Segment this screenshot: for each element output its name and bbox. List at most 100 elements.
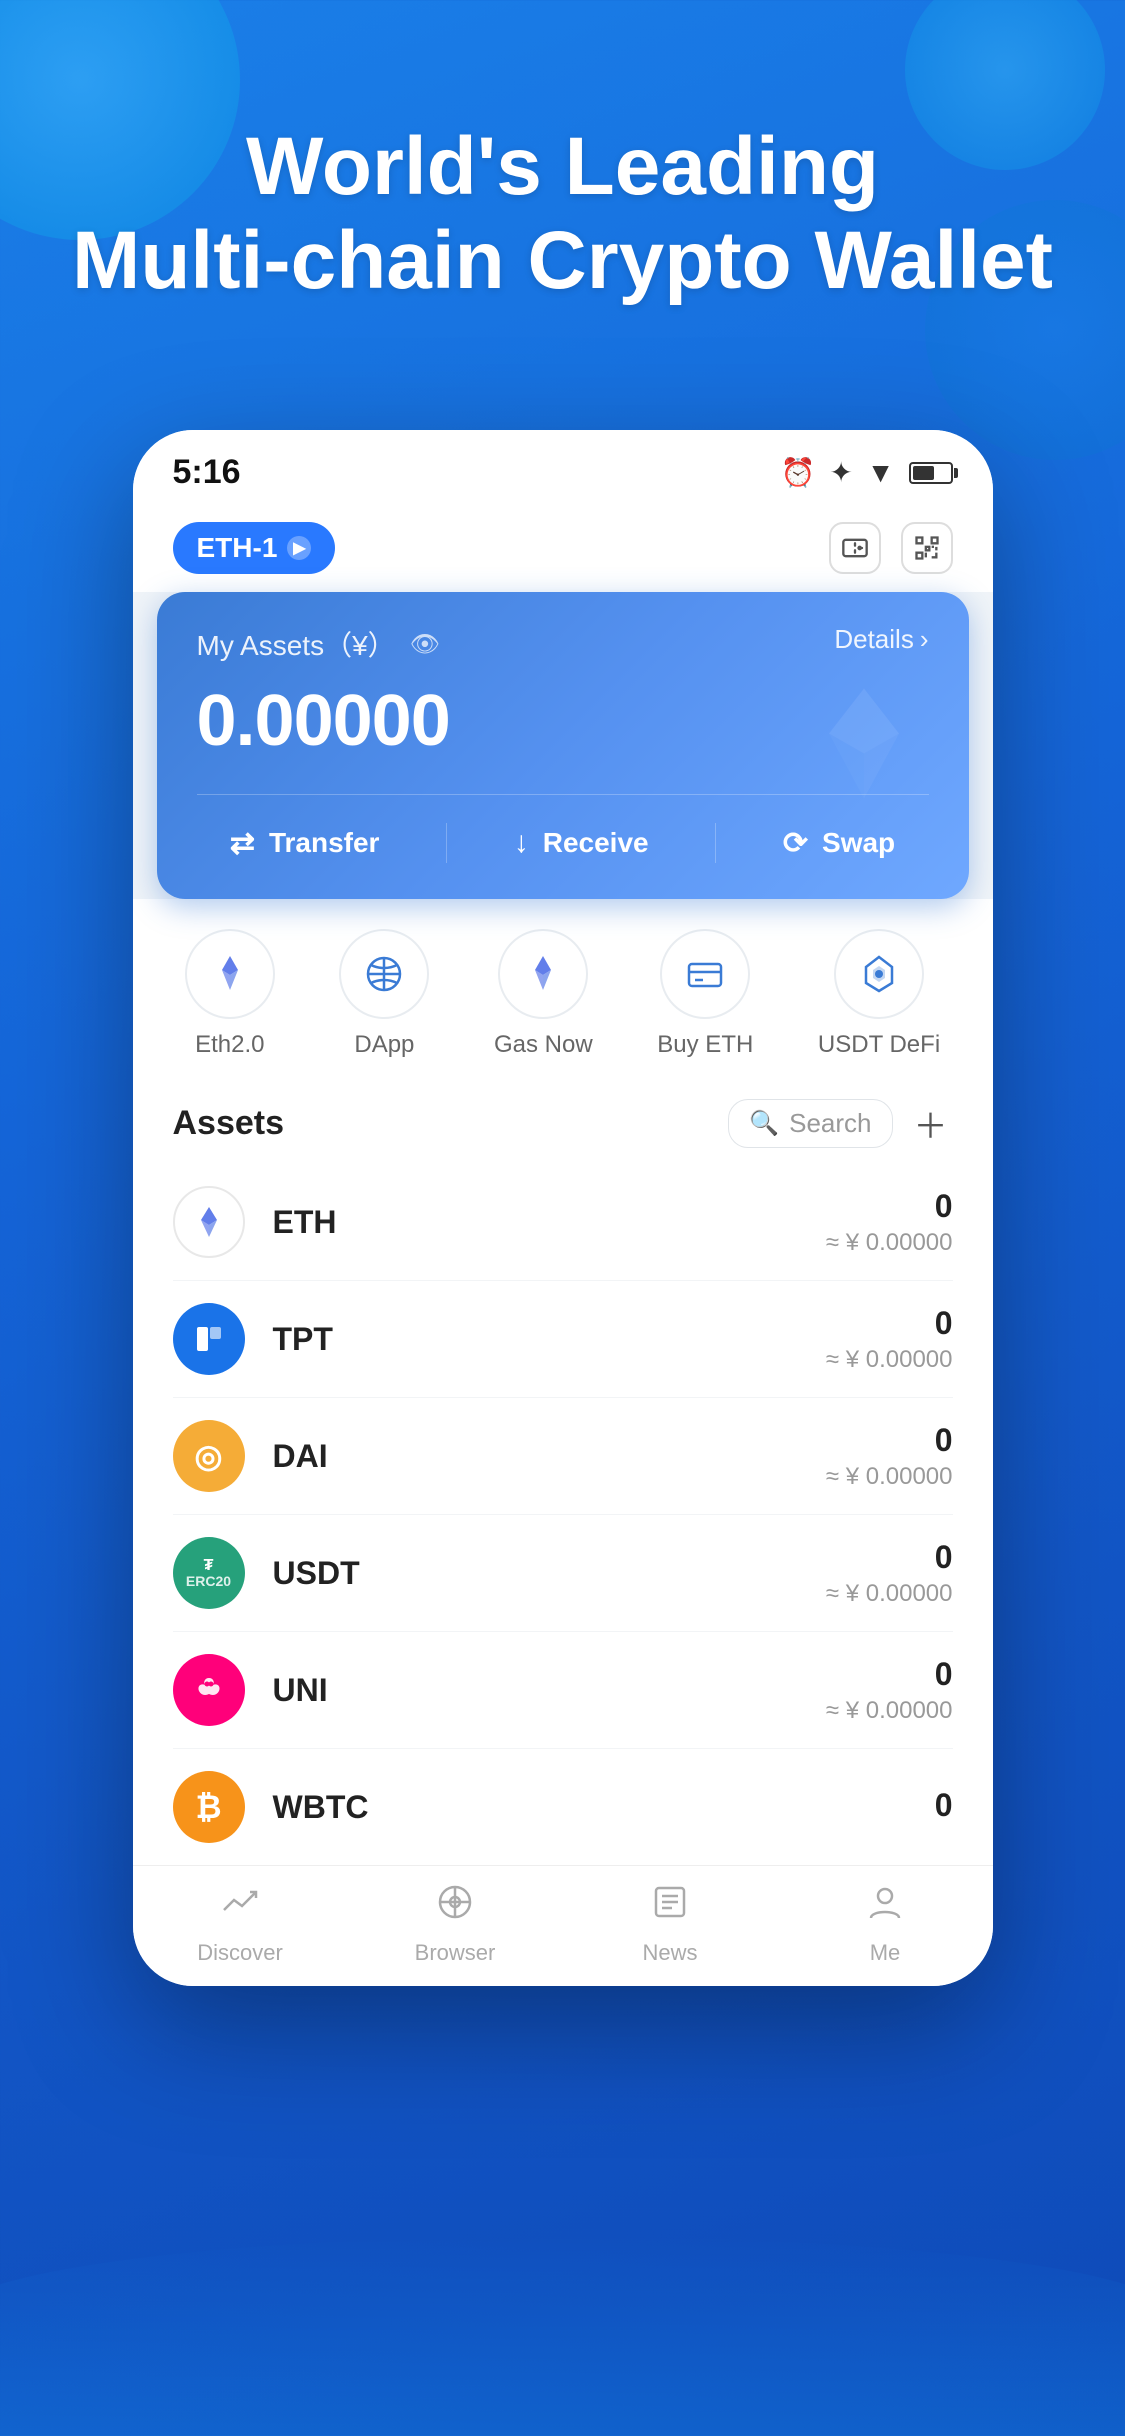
usdt-defi-icon-circle <box>834 929 924 1019</box>
swap-icon: ⟳ <box>783 826 808 861</box>
uni-fiat: ≈ ¥ 0.00000 <box>826 1697 953 1725</box>
quick-action-eth2[interactable]: Eth2.0 <box>185 929 275 1059</box>
assets-search-bar[interactable]: 🔍 Search <box>728 1099 892 1148</box>
uni-values: 0 ≈ ¥ 0.00000 <box>826 1656 953 1725</box>
tpt-coin-icon <box>173 1303 245 1375</box>
swap-button[interactable]: ⟳ Swap <box>783 826 895 861</box>
quick-actions: Eth2.0 DApp Gas Now <box>133 899 993 1079</box>
network-badge-arrow: ▶ <box>287 536 311 560</box>
wbtc-coin-icon: ₿ <box>173 1771 245 1843</box>
dapp-icon-circle <box>339 929 429 1019</box>
search-placeholder: Search <box>789 1108 871 1139</box>
usdt-amount: 0 <box>826 1539 953 1576</box>
usdt-coin-icon: ₮ ERC20 <box>173 1537 245 1609</box>
usdt-defi-label: USDT DeFi <box>818 1031 940 1059</box>
eth2-label: Eth2.0 <box>195 1031 264 1059</box>
asset-row-tpt[interactable]: TPT 0 ≈ ¥ 0.00000 <box>173 1281 953 1398</box>
transfer-button[interactable]: ⇄ Transfer <box>230 826 380 861</box>
nav-me[interactable]: Me <box>825 1882 945 1966</box>
add-asset-button[interactable]: ＋ <box>909 1102 953 1146</box>
asset-row-wbtc[interactable]: ₿ WBTC 0 <box>173 1749 953 1865</box>
network-badge-label: ETH-1 <box>197 532 278 564</box>
phone-mockup: 5:16 ⏰ ✦ ▼ ETH-1 ▶ <box>133 430 993 1986</box>
network-badge[interactable]: ETH-1 ▶ <box>173 522 336 574</box>
transfer-label: Transfer <box>269 827 380 859</box>
asset-row-usdt[interactable]: ₮ ERC20 USDT 0 ≈ ¥ 0.00000 <box>173 1515 953 1632</box>
eth2-icon-circle <box>185 929 275 1019</box>
hero-title-line2: Multi-chain Crypto Wallet <box>60 214 1065 308</box>
status-bar: 5:16 ⏰ ✦ ▼ <box>133 430 993 510</box>
battery-fill <box>913 466 935 480</box>
wallet-header: ETH-1 ▶ <box>133 510 993 592</box>
details-arrow-icon: › <box>920 624 929 655</box>
eth-name: ETH <box>273 1204 826 1241</box>
eth-coin-icon <box>173 1186 245 1258</box>
asset-label: My Assets（¥） 👁 <box>197 624 929 664</box>
quick-action-usdt-defi[interactable]: USDT DeFi <box>818 929 940 1059</box>
eth-amount: 0 <box>826 1188 953 1225</box>
eth-fiat: ≈ ¥ 0.00000 <box>826 1229 953 1257</box>
me-label: Me <box>870 1940 901 1966</box>
battery-icon <box>909 462 953 484</box>
quick-action-buyeth[interactable]: Buy ETH <box>657 929 753 1059</box>
bluetooth-icon: ✦ <box>829 456 852 489</box>
wifi-icon: ▼ <box>867 457 895 489</box>
eth-values: 0 ≈ ¥ 0.00000 <box>826 1188 953 1257</box>
nav-discover[interactable]: Discover <box>180 1882 300 1966</box>
dai-values: 0 ≈ ¥ 0.00000 <box>826 1422 953 1491</box>
nav-browser[interactable]: Browser <box>395 1882 515 1966</box>
browser-label: Browser <box>415 1940 496 1966</box>
gas-icon-circle <box>498 929 588 1019</box>
bg-wave <box>0 2236 1125 2436</box>
asset-row-dai[interactable]: ◎ DAI 0 ≈ ¥ 0.00000 <box>173 1398 953 1515</box>
dai-amount: 0 <box>826 1422 953 1459</box>
nav-news[interactable]: News <box>610 1882 730 1966</box>
tpt-amount: 0 <box>826 1305 953 1342</box>
quick-action-dapp[interactable]: DApp <box>339 929 429 1059</box>
hero-text: World's Leading Multi-chain Crypto Walle… <box>0 120 1125 309</box>
discover-label: Discover <box>197 1940 283 1966</box>
usdt-name: USDT <box>273 1555 826 1592</box>
usdt-values: 0 ≈ ¥ 0.00000 <box>826 1539 953 1608</box>
assets-title: Assets <box>173 1104 285 1143</box>
gas-label: Gas Now <box>494 1031 593 1059</box>
action-divider-1 <box>446 823 447 863</box>
quick-action-gas[interactable]: Gas Now <box>494 929 593 1059</box>
asset-label-text: My Assets（¥） <box>197 624 396 664</box>
buyeth-label: Buy ETH <box>657 1031 753 1059</box>
status-icons: ⏰ ✦ ▼ <box>780 456 952 489</box>
tpt-values: 0 ≈ ¥ 0.00000 <box>826 1305 953 1374</box>
asset-row-uni[interactable]: UNI 0 ≈ ¥ 0.00000 <box>173 1632 953 1749</box>
wallet-actions-right <box>829 522 953 574</box>
scan-button[interactable] <box>901 522 953 574</box>
asset-row-eth[interactable]: ETH 0 ≈ ¥ 0.00000 <box>173 1164 953 1281</box>
hero-title-line1: World's Leading <box>60 120 1065 214</box>
receive-icon: ↓ <box>514 826 529 860</box>
browser-icon <box>435 1882 475 1932</box>
dai-name: DAI <box>273 1438 826 1475</box>
tpt-name: TPT <box>273 1321 826 1358</box>
uni-name: UNI <box>273 1672 826 1709</box>
wbtc-name: WBTC <box>273 1789 935 1826</box>
dapp-label: DApp <box>354 1031 414 1059</box>
me-icon <box>865 1882 905 1932</box>
tpt-fiat: ≈ ¥ 0.00000 <box>826 1346 953 1374</box>
buyeth-icon-circle <box>660 929 750 1019</box>
details-link[interactable]: Details › <box>834 624 928 655</box>
uni-coin-icon <box>173 1654 245 1726</box>
wbtc-values: 0 <box>935 1787 953 1828</box>
news-icon <box>650 1882 690 1932</box>
receive-button[interactable]: ↓ Receive <box>514 826 649 860</box>
eye-icon[interactable]: 👁 <box>410 630 440 659</box>
dai-fiat: ≈ ¥ 0.00000 <box>826 1463 953 1491</box>
receive-label: Receive <box>543 827 649 859</box>
news-label: News <box>642 1940 697 1966</box>
status-time: 5:16 <box>173 453 241 492</box>
add-wallet-button[interactable] <box>829 522 881 574</box>
usdt-fiat: ≈ ¥ 0.00000 <box>826 1580 953 1608</box>
eth-watermark-diamond <box>799 678 929 813</box>
discover-icon <box>220 1882 260 1932</box>
action-divider-2 <box>715 823 716 863</box>
asset-card: My Assets（¥） 👁 Details › 0.00000 ⇄ Trans… <box>157 592 969 899</box>
dai-coin-icon: ◎ <box>173 1420 245 1492</box>
